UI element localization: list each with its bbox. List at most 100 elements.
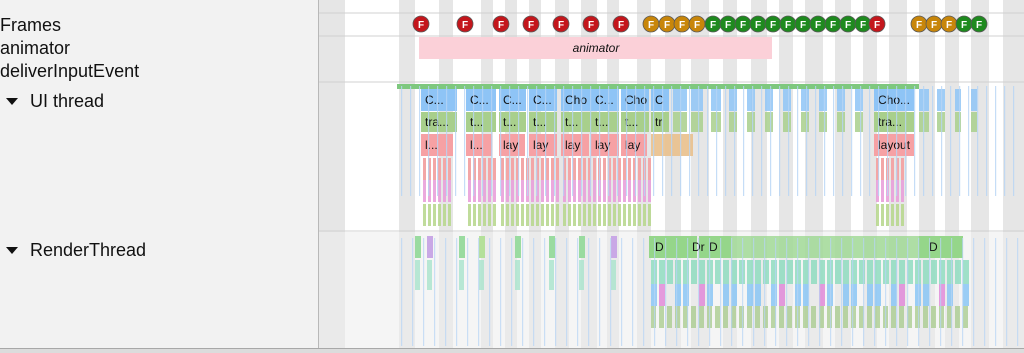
render-thread-tick[interactable] <box>995 238 997 346</box>
sub-slice-magenta[interactable] <box>613 180 616 202</box>
sub-slice-magenta[interactable] <box>546 180 549 202</box>
sub-slice-magenta[interactable] <box>891 180 894 202</box>
render-thread-tick[interactable] <box>731 238 733 346</box>
render-thread-tick[interactable] <box>984 238 986 346</box>
sub-slice-green[interactable] <box>531 204 534 226</box>
thread-tick[interactable] <box>572 86 574 196</box>
sub-slice-magenta[interactable] <box>593 180 596 202</box>
render-thread-tick[interactable] <box>654 238 656 346</box>
render-sub-teal[interactable] <box>699 260 705 284</box>
sub-slice-green[interactable] <box>578 204 581 226</box>
render-small-sub[interactable] <box>427 260 432 290</box>
render-thread-tick[interactable] <box>907 238 909 346</box>
render-thread-tick[interactable] <box>786 238 788 346</box>
thread-tick[interactable] <box>788 86 790 196</box>
render-small-sub[interactable] <box>579 260 584 290</box>
render-thread-tick[interactable] <box>885 238 887 346</box>
render-sub-teal[interactable] <box>659 260 665 284</box>
render-thread-tick[interactable] <box>500 238 502 346</box>
sub-slice-pink[interactable] <box>488 158 491 180</box>
thread-tick[interactable] <box>617 86 619 196</box>
thread-tick[interactable] <box>671 86 673 196</box>
sub-slice-green[interactable] <box>516 204 519 226</box>
render-thread-tick[interactable] <box>434 238 436 346</box>
sub-slice-green[interactable] <box>423 204 426 226</box>
sub-slice-pink[interactable] <box>501 158 504 180</box>
thread-tick[interactable] <box>761 86 763 196</box>
render-thread-tick[interactable] <box>621 238 623 346</box>
sub-slice-pink[interactable] <box>433 158 436 180</box>
thread-tick[interactable] <box>410 86 412 196</box>
sub-slice-pink[interactable] <box>521 158 524 180</box>
thread-tick[interactable] <box>446 86 448 196</box>
sub-slice-pink[interactable] <box>438 158 441 180</box>
sub-slice-magenta[interactable] <box>568 180 571 202</box>
sub-slice-green[interactable] <box>901 204 904 226</box>
sub-slice-green[interactable] <box>428 204 431 226</box>
render-sub-teal[interactable] <box>763 260 769 284</box>
render-thread-tick[interactable] <box>775 238 777 346</box>
sub-slice-green[interactable] <box>526 204 529 226</box>
traversal-slice[interactable] <box>971 112 977 132</box>
thread-tick[interactable] <box>608 86 610 196</box>
sub-slice-green[interactable] <box>573 204 576 226</box>
choreographer-slice[interactable] <box>837 89 845 111</box>
sub-slice-pink[interactable] <box>593 158 596 180</box>
choreographer-slice[interactable] <box>747 89 755 111</box>
render-small-slice[interactable] <box>479 236 485 258</box>
sub-slice-green[interactable] <box>493 204 496 226</box>
sub-slice-magenta[interactable] <box>493 180 496 202</box>
thread-tick[interactable] <box>833 86 835 196</box>
render-sub-teal[interactable] <box>875 260 881 284</box>
render-thread-tick[interactable] <box>588 238 590 346</box>
thread-tick[interactable] <box>1004 86 1006 196</box>
sub-slice-pink[interactable] <box>468 158 471 180</box>
render-sub-teal[interactable] <box>963 260 969 284</box>
render-sub-teal[interactable] <box>931 260 937 284</box>
render-thread-tick[interactable] <box>522 238 524 346</box>
render-small-slice[interactable] <box>611 236 617 258</box>
render-thread-tick[interactable] <box>412 238 414 346</box>
sub-slice-green[interactable] <box>583 204 586 226</box>
thread-tick[interactable] <box>536 86 538 196</box>
sub-slice-green[interactable] <box>608 204 611 226</box>
sub-slice-magenta[interactable] <box>506 180 509 202</box>
thread-tick[interactable] <box>563 86 565 196</box>
render-thread-tick[interactable] <box>610 238 612 346</box>
choreographer-slice[interactable] <box>855 89 863 111</box>
sub-slice-green[interactable] <box>448 204 451 226</box>
render-sub-teal[interactable] <box>843 260 849 284</box>
sub-slice-magenta[interactable] <box>433 180 436 202</box>
sub-slice-magenta[interactable] <box>623 180 626 202</box>
render-thread-tick[interactable] <box>874 238 876 346</box>
thread-tick[interactable] <box>527 86 529 196</box>
sub-slice-pink[interactable] <box>618 158 621 180</box>
sub-slice-pink[interactable] <box>578 158 581 180</box>
render-sub-green[interactable] <box>763 306 768 328</box>
sub-slice-pink[interactable] <box>638 158 641 180</box>
thread-tick[interactable] <box>500 86 502 196</box>
thread-tick[interactable] <box>950 86 952 196</box>
thread-tick[interactable] <box>869 86 871 196</box>
sub-slice-green[interactable] <box>536 204 539 226</box>
render-sub-green[interactable] <box>827 306 832 328</box>
horizontal-scrollbar[interactable] <box>0 348 1024 353</box>
render-thread-tick[interactable] <box>555 238 557 346</box>
sub-slice-pink[interactable] <box>551 158 554 180</box>
render-sub-teal[interactable] <box>899 260 905 284</box>
render-thread-tick[interactable] <box>456 238 458 346</box>
sub-slice-magenta[interactable] <box>483 180 486 202</box>
render-sub-green[interactable] <box>779 306 784 328</box>
render-sub-slice[interactable] <box>851 284 857 306</box>
sub-slice-pink[interactable] <box>511 158 514 180</box>
thread-tick[interactable] <box>464 86 466 196</box>
render-sub-slice[interactable] <box>875 284 881 306</box>
render-small-slice[interactable] <box>415 236 421 258</box>
render-small-slice[interactable] <box>579 236 585 258</box>
sub-slice-green[interactable] <box>598 204 601 226</box>
thread-tick[interactable] <box>734 86 736 196</box>
traversal-slice[interactable] <box>729 112 737 132</box>
choreographer-slice[interactable] <box>971 89 977 111</box>
render-thread-tick[interactable] <box>841 238 843 346</box>
sub-slice-green[interactable] <box>588 204 591 226</box>
